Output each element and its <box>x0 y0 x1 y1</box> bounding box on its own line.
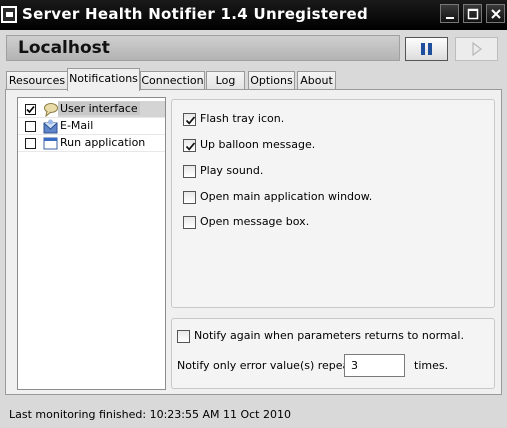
pause-button[interactable] <box>405 37 448 61</box>
host-banner: Localhost <box>6 35 400 61</box>
checkbox-notify-again[interactable] <box>177 330 190 343</box>
notification-method-list[interactable]: User interface E-Mail Run application <box>17 97 166 390</box>
repeats-label: Notify only error value(s) repeats <box>177 359 360 372</box>
play-button[interactable] <box>455 37 498 61</box>
option-label: Notify again when parameters returns to … <box>194 329 464 342</box>
tab-about[interactable]: About <box>297 71 336 90</box>
times-label: times. <box>414 359 449 372</box>
minimize-button[interactable] <box>440 4 459 23</box>
check-icon <box>26 105 35 114</box>
option-label: Open main application window. <box>200 190 373 203</box>
close-button[interactable] <box>486 4 505 23</box>
envelope-icon <box>43 119 58 134</box>
close-icon <box>491 9 501 19</box>
tab-options[interactable]: Options <box>248 71 295 90</box>
list-item-label: E-Mail <box>60 119 94 132</box>
check-icon <box>185 142 196 151</box>
option-label: Flash tray icon. <box>200 112 285 125</box>
tab-log[interactable]: Log <box>206 71 245 90</box>
checkbox-email[interactable] <box>25 121 36 132</box>
host-name: Localhost <box>18 38 110 58</box>
option-label: Play sound. <box>200 164 264 177</box>
option-label: Open message box. <box>200 215 310 228</box>
checkbox-flash-tray-icon[interactable] <box>183 113 196 126</box>
list-item-run-application[interactable]: Run application <box>18 135 165 152</box>
checkbox-up-balloon-message[interactable] <box>183 139 196 152</box>
checkbox-play-sound[interactable] <box>183 165 196 178</box>
list-item-label: Run application <box>60 136 146 149</box>
checkbox-open-main-window[interactable] <box>183 191 196 204</box>
check-icon <box>185 116 196 125</box>
tab-connection[interactable]: Connection <box>140 71 205 90</box>
window-title: Server Health Notifier 1.4 Unregistered <box>22 5 369 23</box>
speech-bubble-icon <box>44 103 58 117</box>
window-icon <box>43 137 58 150</box>
list-item-user-interface[interactable]: User interface <box>18 101 165 118</box>
option-label: Up balloon message. <box>200 138 316 151</box>
tab-notifications[interactable]: Notifications <box>67 68 140 91</box>
minimize-icon <box>446 17 454 19</box>
list-item-email[interactable]: E-Mail <box>18 118 165 135</box>
maximize-button[interactable] <box>463 4 482 23</box>
app-icon <box>1 6 17 23</box>
ui-options-group: Flash tray icon. Up balloon message. Pla… <box>171 99 495 308</box>
checkbox-user-interface[interactable] <box>25 104 36 115</box>
play-icon <box>472 41 482 57</box>
pause-icon <box>421 43 432 55</box>
title-bar[interactable]: Server Health Notifier 1.4 Unregistered <box>0 0 507 30</box>
list-item-label: User interface <box>58 102 140 115</box>
status-text: Last monitoring finished: 10:23:55 AM 11… <box>9 408 291 421</box>
checkbox-run-application[interactable] <box>25 138 36 149</box>
checkbox-open-message-box[interactable] <box>183 216 196 229</box>
tab-resources[interactable]: Resources <box>6 71 68 90</box>
repeat-settings-group: Notify again when parameters returns to … <box>171 318 495 389</box>
repeats-input[interactable]: 3 <box>344 354 405 377</box>
maximize-icon <box>467 8 479 20</box>
